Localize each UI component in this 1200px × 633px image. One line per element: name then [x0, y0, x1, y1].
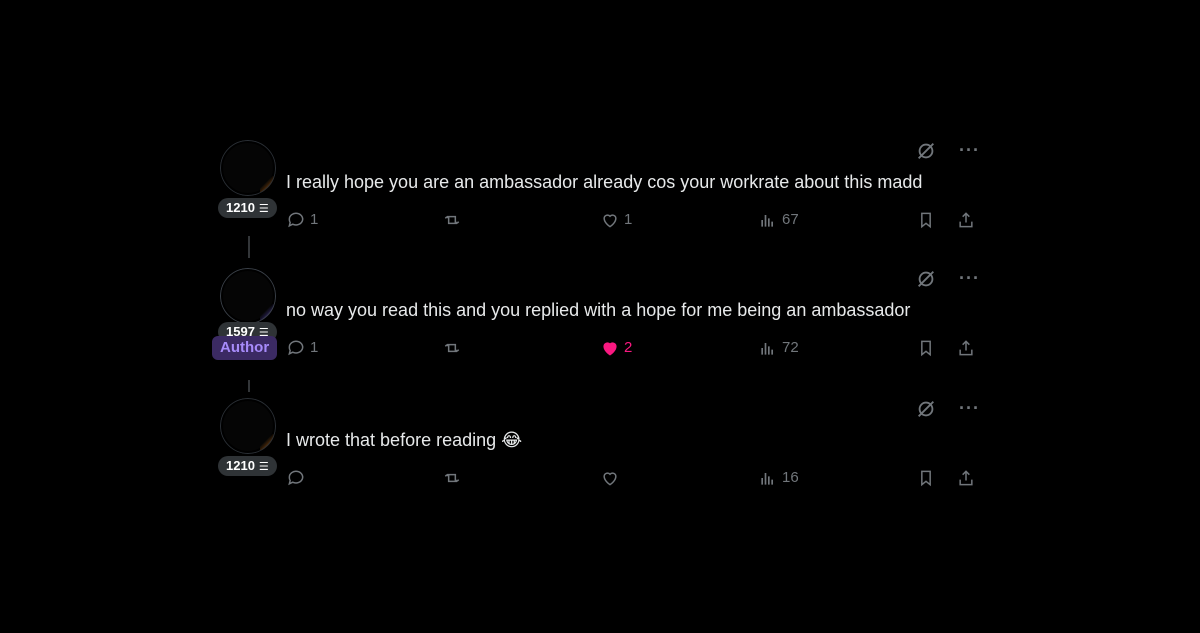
share-icon: [959, 212, 973, 228]
repost-button[interactable]: [442, 336, 466, 360]
avatar-column: 1597 ☰ Author: [212, 268, 282, 392]
share-button[interactable]: [956, 466, 976, 490]
views-icon: [761, 473, 773, 485]
heart-icon: [603, 472, 617, 486]
level-badge-value: 1210: [226, 200, 255, 215]
reply-icon: [288, 212, 304, 228]
share-icon: [959, 340, 973, 356]
reply-count: 1: [310, 211, 319, 229]
reply-button[interactable]: [286, 466, 310, 490]
reply-post[interactable]: 1210 ☰ ··· I really hope you are an ambas…: [216, 140, 986, 260]
post-actions: 1 1 67: [286, 208, 978, 232]
share-button[interactable]: [956, 336, 976, 360]
bookmark-button[interactable]: [916, 208, 936, 232]
share-icon: [959, 470, 973, 486]
reply-button[interactable]: 1: [286, 208, 318, 232]
like-count: 1: [624, 211, 633, 229]
views-icon: [761, 215, 773, 227]
reply-post[interactable]: 1210 ☰ ··· I wrote that before reading 😂 …: [216, 398, 986, 518]
bookmark-icon: [921, 340, 931, 357]
more-icon[interactable]: ···: [959, 398, 980, 419]
like-button[interactable]: 1: [600, 208, 632, 232]
author-tag: Author: [212, 336, 278, 360]
view-count: 16: [782, 469, 799, 487]
post-actions: 16: [286, 466, 978, 490]
reply-count: 1: [310, 339, 319, 357]
reply-post[interactable]: 1597 ☰ Author ··· no way you read this an…: [212, 268, 986, 392]
repost-button[interactable]: [442, 466, 466, 490]
like-count: 2: [624, 339, 633, 357]
more-icon[interactable]: ···: [959, 140, 980, 161]
post-top-icons: ···: [897, 398, 980, 422]
grok-icon[interactable]: [915, 268, 937, 290]
post-top-icons: ···: [897, 140, 980, 164]
level-badge: 1210 ☰: [218, 456, 277, 476]
level-badge: 1210 ☰: [218, 198, 277, 218]
avatar-column: 1210 ☰: [216, 398, 282, 518]
views-button[interactable]: 67: [758, 208, 799, 232]
post-text: no way you read this and you replied wit…: [286, 300, 911, 320]
bookmark-icon: [921, 212, 931, 229]
avatar[interactable]: [220, 398, 276, 454]
bookmark-button[interactable]: [916, 336, 936, 360]
bookmark-icon: [921, 470, 931, 487]
reply-icon: [288, 340, 304, 356]
share-button[interactable]: [956, 208, 976, 232]
level-badge-value: 1210: [226, 458, 255, 473]
avatar[interactable]: [220, 140, 276, 196]
views-button[interactable]: 16: [758, 466, 799, 490]
repost-icon: [444, 215, 460, 225]
like-button[interactable]: [600, 466, 624, 490]
grok-icon[interactable]: [915, 140, 937, 162]
post-text: I really hope you are an ambassador alre…: [286, 172, 923, 192]
views-icon: [761, 343, 773, 355]
views-button[interactable]: 72: [758, 336, 799, 360]
view-count: 72: [782, 339, 799, 357]
heart-icon: [603, 342, 617, 356]
more-icon[interactable]: ···: [959, 268, 980, 289]
post-actions: 1 2 72: [286, 336, 978, 360]
avatar-column: 1210 ☰: [216, 140, 282, 260]
post-top-icons: ···: [897, 268, 980, 292]
repost-button[interactable]: [442, 208, 466, 232]
thread-connector: [248, 380, 250, 392]
avatar[interactable]: [220, 268, 276, 324]
heart-icon: [603, 214, 617, 228]
reply-button[interactable]: 1: [286, 336, 318, 360]
thread-connector: [248, 236, 250, 258]
repost-icon: [444, 473, 460, 483]
repost-icon: [444, 343, 460, 353]
reply-icon: [288, 470, 304, 486]
grok-icon[interactable]: [915, 398, 937, 420]
reply-thread: 1210 ☰ ··· I really hope you are an ambas…: [0, 0, 1200, 633]
level-icon: ☰: [258, 203, 269, 215]
like-button[interactable]: 2: [600, 336, 632, 360]
post-text: I wrote that before reading 😂: [286, 430, 523, 450]
view-count: 67: [782, 211, 799, 229]
bookmark-button[interactable]: [916, 466, 936, 490]
level-icon: ☰: [258, 461, 269, 473]
